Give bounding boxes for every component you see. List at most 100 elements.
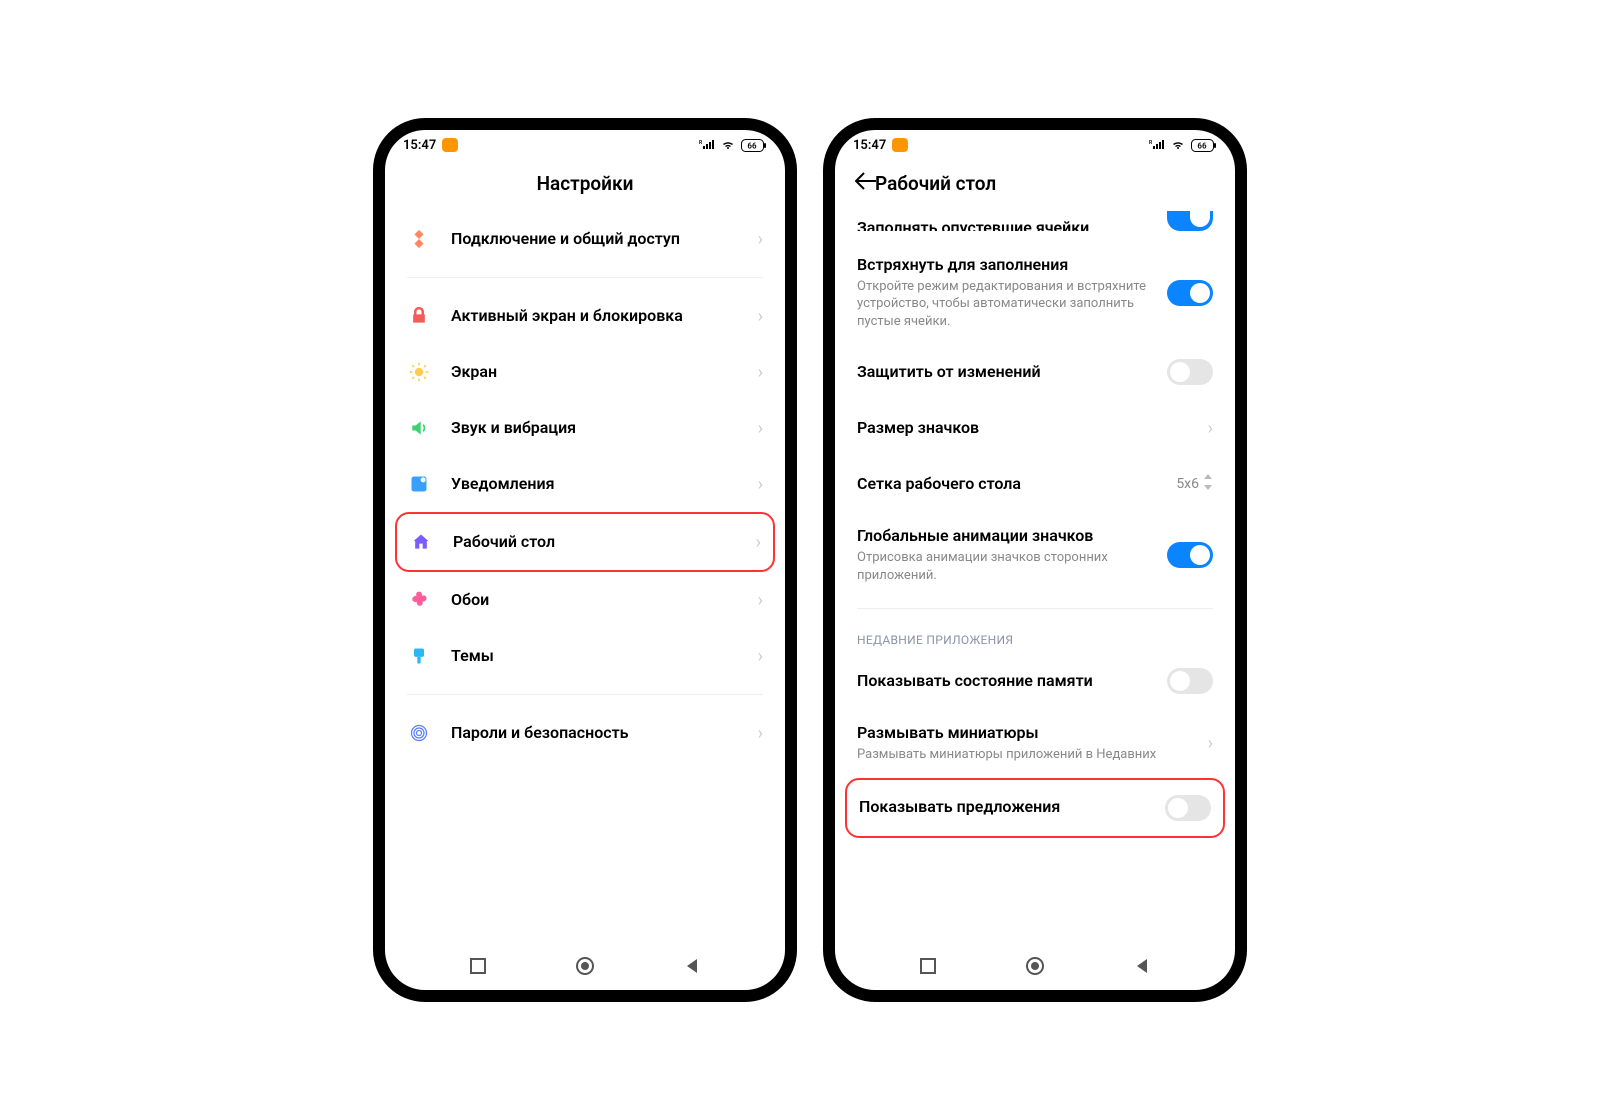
row-blur-thumbnails[interactable]: Размывать миниатюры Размывать миниатюры … xyxy=(845,709,1225,777)
chevron-right-icon: › xyxy=(1208,733,1213,754)
toggle-switch[interactable] xyxy=(1167,280,1213,306)
header: Рабочий стол xyxy=(835,160,1235,211)
svg-text:66: 66 xyxy=(747,141,757,150)
row-grid[interactable]: Сетка рабочего стола 5x6 xyxy=(845,456,1225,512)
row-label: Встряхнуть для заполнения xyxy=(857,255,1157,276)
row-label: Звук и вибрация xyxy=(451,418,748,439)
battery-icon: 66 xyxy=(741,139,767,152)
nav-home[interactable] xyxy=(570,951,600,981)
updown-icon xyxy=(1203,474,1213,494)
flower-icon xyxy=(407,588,431,612)
chevron-right-icon: › xyxy=(756,532,761,553)
row-shake-fill[interactable]: Встряхнуть для заполнения Откройте режим… xyxy=(845,241,1225,344)
row-desc: Отрисовка анимации значков сторонних при… xyxy=(857,549,1157,584)
chevron-right-icon: › xyxy=(758,474,763,495)
signal-icon: R xyxy=(1149,139,1165,151)
svg-text:66: 66 xyxy=(1197,141,1207,150)
screen-left: 15:47 R 66 Настройки xyxy=(385,130,785,990)
app-indicator-icon xyxy=(892,138,908,152)
row-label: Размывать миниатюры xyxy=(857,723,1198,744)
home-icon xyxy=(409,530,433,554)
row-fill-empty-cells[interactable]: Заполнять опустевшие ячейки xyxy=(845,211,1225,241)
status-bar: 15:47 R 66 xyxy=(385,130,785,160)
toggle-switch[interactable] xyxy=(1167,668,1213,694)
back-button[interactable] xyxy=(855,171,877,196)
row-desc: Откройте режим редактирования и встряхни… xyxy=(857,278,1157,331)
brush-icon xyxy=(407,644,431,668)
divider xyxy=(407,277,763,278)
row-wallpaper[interactable]: Обои › xyxy=(395,572,775,628)
chevron-right-icon: › xyxy=(758,362,763,383)
divider xyxy=(407,694,763,695)
row-icon-size[interactable]: Размер значков › xyxy=(845,400,1225,456)
row-label: Обои xyxy=(451,590,748,611)
row-label: Защитить от изменений xyxy=(857,362,1157,383)
row-connection-sharing[interactable]: Подключение и общий доступ › xyxy=(395,211,775,267)
page-title: Рабочий стол xyxy=(875,172,1215,195)
chevron-right-icon: › xyxy=(758,590,763,611)
wifi-icon xyxy=(720,139,736,151)
row-label: Показывать предложения xyxy=(859,797,1155,818)
row-show-suggestions[interactable]: Показывать предложения xyxy=(847,780,1223,836)
header: Настройки xyxy=(385,160,785,211)
row-label: Уведомления xyxy=(451,474,748,495)
notification-icon xyxy=(407,472,431,496)
row-security[interactable]: Пароли и безопасность › xyxy=(395,705,775,761)
sun-icon xyxy=(407,360,431,384)
lock-icon xyxy=(407,304,431,328)
highlight-box: Показывать предложения xyxy=(845,778,1225,838)
chevron-right-icon: › xyxy=(758,723,763,744)
nav-back[interactable] xyxy=(1127,951,1157,981)
status-bar: 15:47 R 66 xyxy=(835,130,1235,160)
battery-icon: 66 xyxy=(1191,139,1217,152)
row-label: Глобальные анимации значков xyxy=(857,526,1157,547)
speaker-icon xyxy=(407,416,431,440)
toggle-switch[interactable] xyxy=(1167,542,1213,568)
row-label: Показывать состояние памяти xyxy=(857,671,1157,692)
nav-bar xyxy=(385,942,785,990)
row-label: Пароли и безопасность xyxy=(451,723,748,744)
nav-recents[interactable] xyxy=(913,951,943,981)
settings-list[interactable]: Подключение и общий доступ › Активный эк… xyxy=(385,211,785,942)
toggle-switch[interactable] xyxy=(1167,211,1213,231)
row-sound[interactable]: Звук и вибрация › xyxy=(395,400,775,456)
chevron-right-icon: › xyxy=(758,306,763,327)
row-label: Сетка рабочего стола xyxy=(857,474,1166,495)
app-indicator-icon xyxy=(442,138,458,152)
nav-home[interactable] xyxy=(1020,951,1050,981)
row-home-screen[interactable]: Рабочий стол › xyxy=(397,514,773,570)
wifi-icon xyxy=(1170,139,1186,151)
row-themes[interactable]: Темы › xyxy=(395,628,775,684)
row-notifications[interactable]: Уведомления › xyxy=(395,456,775,512)
chevron-right-icon: › xyxy=(758,646,763,667)
phone-right: 15:47 R 66 Рабочий стол xyxy=(825,120,1245,1000)
home-settings-list[interactable]: Заполнять опустевшие ячейки Встряхнуть д… xyxy=(835,211,1235,942)
row-show-memory[interactable]: Показывать состояние памяти xyxy=(845,653,1225,709)
row-global-animations[interactable]: Глобальные анимации значков Отрисовка ан… xyxy=(845,512,1225,598)
fingerprint-icon xyxy=(407,721,431,745)
row-label: Размер значков xyxy=(857,418,1198,439)
chevron-right-icon: › xyxy=(758,418,763,439)
chevron-right-icon: › xyxy=(758,229,763,250)
row-label: Экран xyxy=(451,362,748,383)
row-label: Активный экран и блокировка xyxy=(451,306,748,327)
row-lock-layout[interactable]: Защитить от изменений xyxy=(845,344,1225,400)
row-label: Рабочий стол xyxy=(453,532,746,553)
nav-back[interactable] xyxy=(677,951,707,981)
status-time: 15:47 xyxy=(403,138,436,153)
row-desc: Размывать миниатюры приложений в Недавни… xyxy=(857,746,1198,764)
toggle-switch[interactable] xyxy=(1165,795,1211,821)
nav-recents[interactable] xyxy=(463,951,493,981)
row-label: Заполнять опустевшие ячейки xyxy=(857,218,1089,231)
row-label: Подключение и общий доступ xyxy=(451,229,748,250)
row-value: 5x6 xyxy=(1176,476,1199,492)
row-lockscreen[interactable]: Активный экран и блокировка › xyxy=(395,288,775,344)
row-display[interactable]: Экран › xyxy=(395,344,775,400)
toggle-switch[interactable] xyxy=(1167,359,1213,385)
status-time: 15:47 xyxy=(853,138,886,153)
share-icon xyxy=(407,227,431,251)
phone-left: 15:47 R 66 Настройки xyxy=(375,120,795,1000)
screen-right: 15:47 R 66 Рабочий стол xyxy=(835,130,1235,990)
page-title: Настройки xyxy=(405,172,765,195)
svg-text:R: R xyxy=(1149,140,1153,146)
